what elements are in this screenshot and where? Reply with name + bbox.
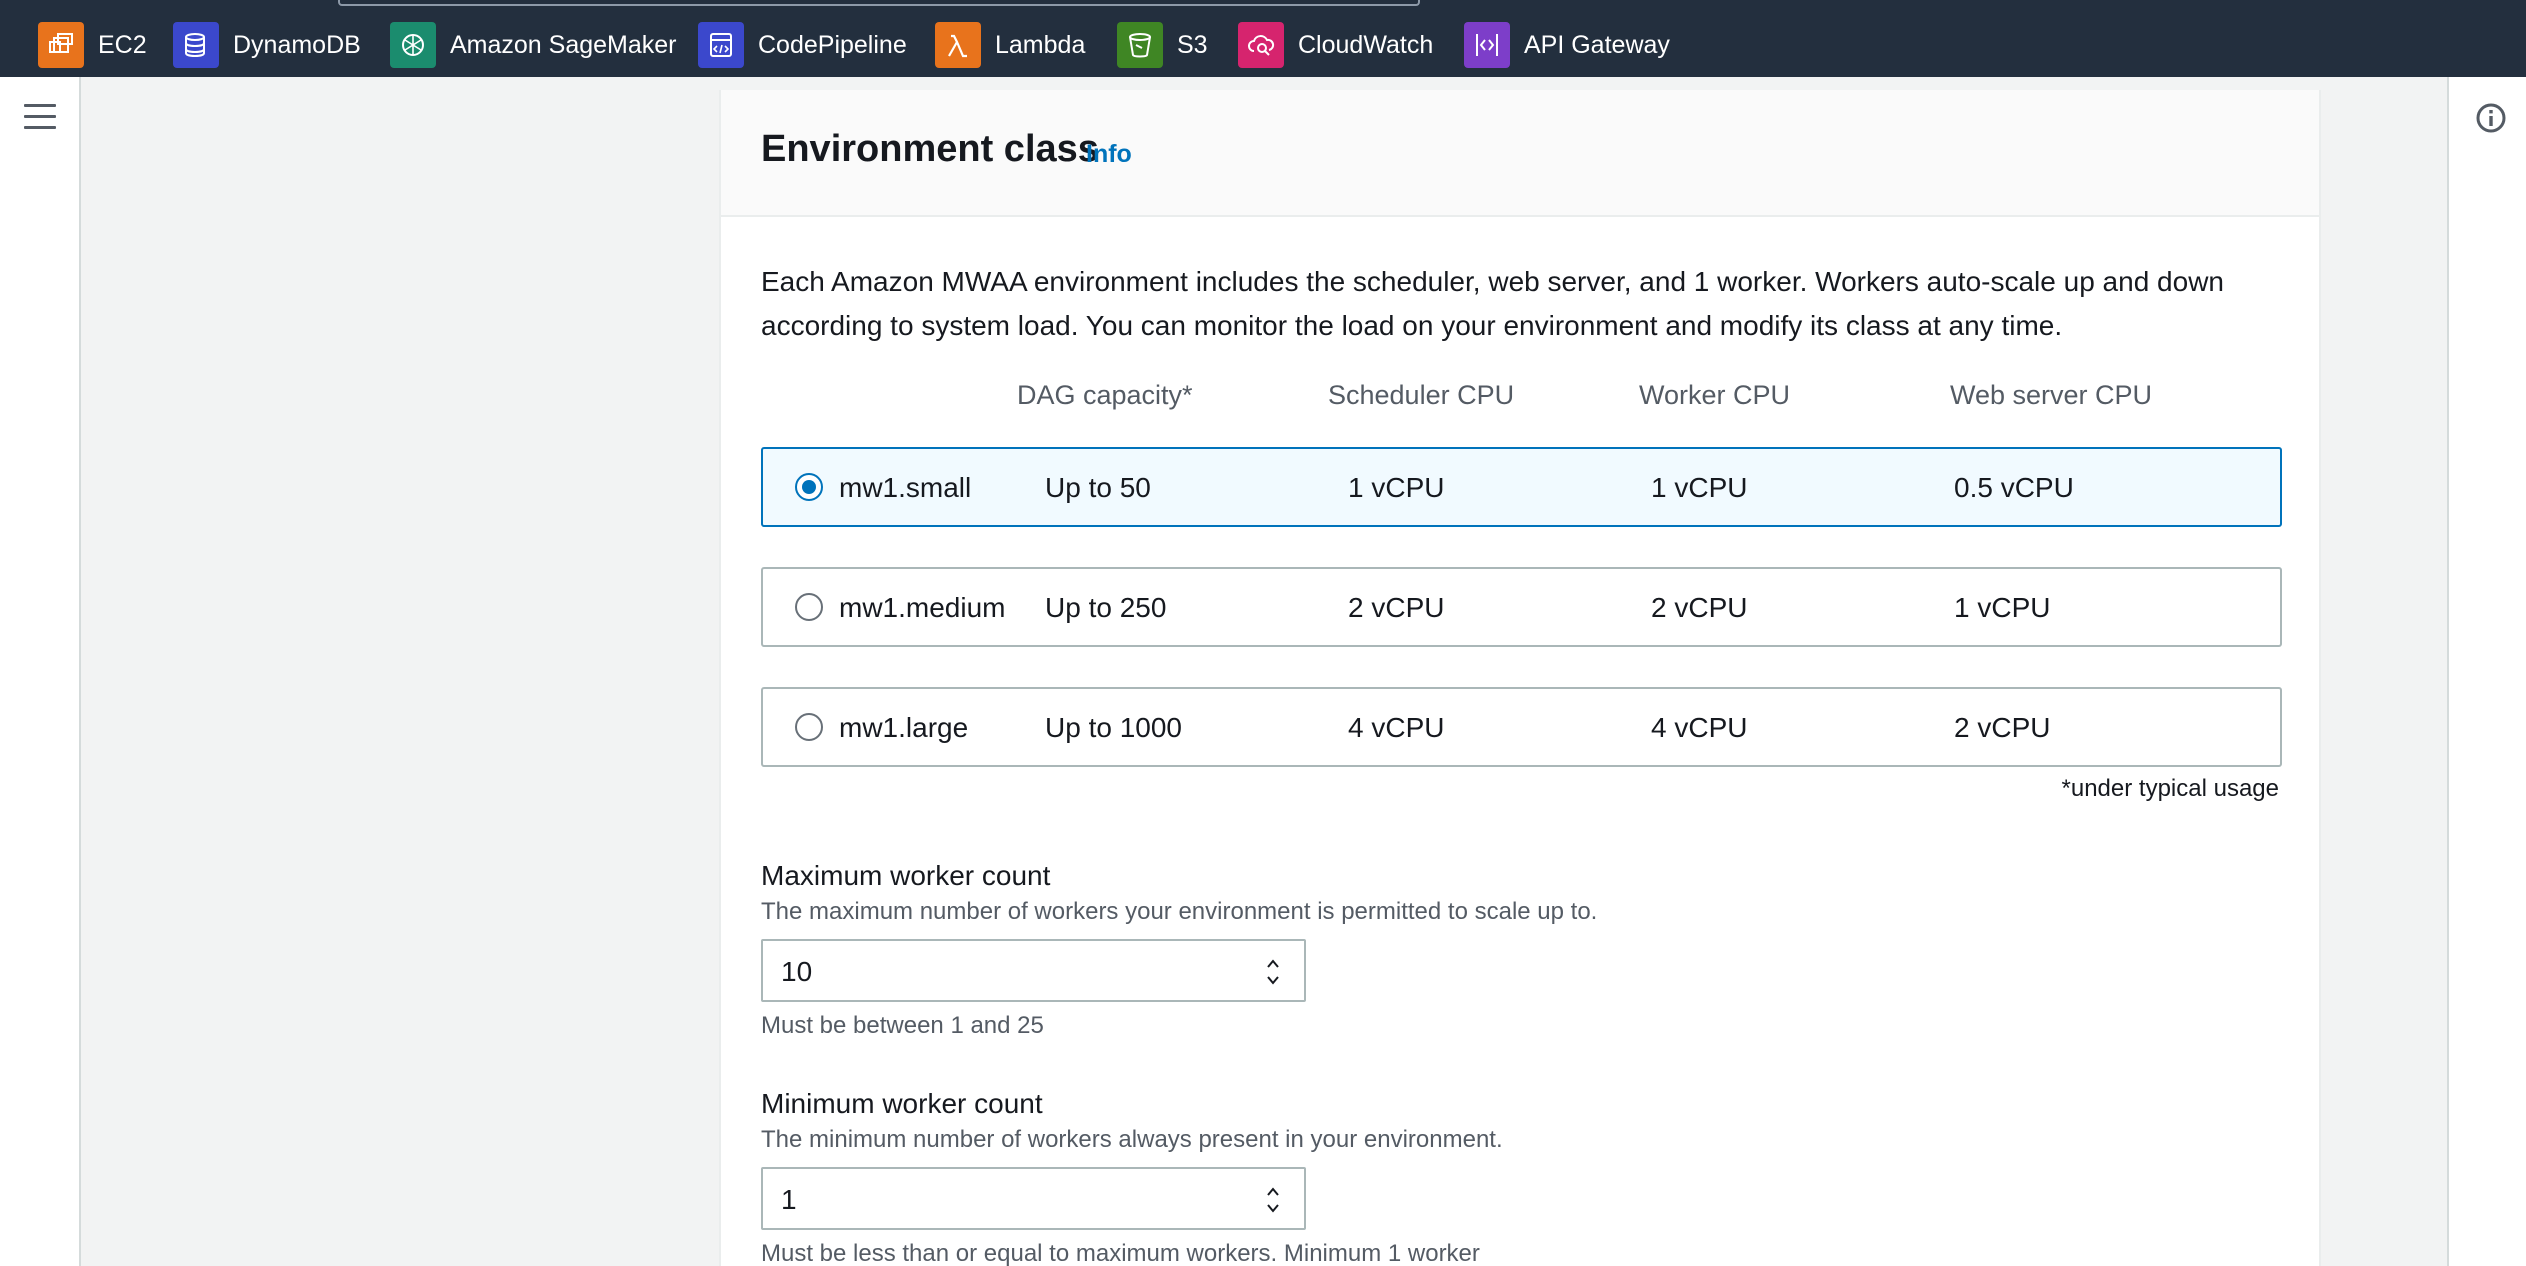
worker-cpu: 1 vCPU bbox=[1651, 472, 1748, 503]
min-worker-count-label: Minimum worker count bbox=[761, 1088, 1043, 1119]
favorite-codepipeline[interactable]: CodePipeline bbox=[698, 21, 907, 69]
sagemaker-icon bbox=[390, 22, 436, 68]
cloudwatch-icon bbox=[1238, 22, 1284, 68]
favorite-label: CodePipeline bbox=[758, 30, 907, 59]
max-worker-count-hint: Must be between 1 and 25 bbox=[761, 1012, 1044, 1039]
scheduler-cpu: 2 vCPU bbox=[1348, 592, 1445, 623]
worker-cpu: 2 vCPU bbox=[1651, 592, 1748, 623]
min-worker-count-description: The minimum number of workers always pre… bbox=[761, 1126, 1503, 1153]
scheduler-cpu: 1 vCPU bbox=[1348, 472, 1445, 503]
favorites-bar: EC2 DynamoDB Amazon SageMaker CodePipeli… bbox=[0, 0, 2526, 77]
favorite-label: S3 bbox=[1177, 30, 1208, 59]
column-header-web-server-cpu: Web server CPU bbox=[1950, 380, 2153, 410]
favorite-label: Lambda bbox=[995, 30, 1086, 59]
search-box-edge[interactable] bbox=[338, 0, 1420, 6]
web-server-cpu: 2 vCPU bbox=[1954, 712, 2051, 743]
dag-capacity: Up to 50 bbox=[1045, 472, 1151, 503]
favorite-lambda[interactable]: Lambda bbox=[935, 21, 1085, 69]
dag-capacity: Up to 250 bbox=[1045, 592, 1167, 623]
lambda-icon bbox=[935, 22, 981, 68]
scheduler-cpu: 4 vCPU bbox=[1348, 712, 1445, 743]
favorite-s3[interactable]: S3 bbox=[1117, 21, 1208, 69]
favorite-dynamodb[interactable]: DynamoDB bbox=[173, 21, 361, 69]
ec2-icon bbox=[38, 22, 84, 68]
section-title: Environment class bbox=[761, 128, 1099, 170]
codepipeline-icon bbox=[698, 22, 744, 68]
radio-button[interactable] bbox=[795, 473, 823, 501]
usage-footnote: *under typical usage bbox=[2061, 775, 2279, 802]
side-navigation bbox=[0, 77, 81, 1266]
class-name: mw1.large bbox=[839, 712, 969, 743]
class-name: mw1.medium bbox=[839, 592, 1006, 623]
environment-class-container: Environment class Info Each Amazon MWAA … bbox=[719, 90, 2321, 1266]
class-option-mw1-medium[interactable]: mw1.medium Up to 250 2 vCPU 2 vCPU 1 vCP… bbox=[761, 567, 2282, 647]
s3-icon bbox=[1117, 22, 1163, 68]
section-description: Each Amazon MWAA environment includes th… bbox=[761, 266, 2224, 341]
dynamodb-icon bbox=[173, 22, 219, 68]
radio-button[interactable] bbox=[795, 713, 823, 741]
min-worker-count-value: 1 bbox=[781, 1184, 797, 1215]
class-option-mw1-large[interactable]: mw1.large Up to 1000 4 vCPU 4 vCPU 2 vCP… bbox=[761, 687, 2282, 767]
web-server-cpu: 0.5 vCPU bbox=[1954, 472, 2074, 503]
tools-panel bbox=[2447, 77, 2526, 1266]
column-header-dag-capacity: DAG capacity* bbox=[1017, 380, 1193, 410]
web-server-cpu: 1 vCPU bbox=[1954, 592, 2051, 623]
favorite-api-gateway[interactable]: API Gateway bbox=[1464, 21, 1670, 69]
favorite-ec2[interactable]: EC2 bbox=[38, 21, 147, 69]
radio-button[interactable] bbox=[795, 593, 823, 621]
stepper-icon[interactable] bbox=[1264, 1183, 1282, 1217]
column-header-scheduler-cpu: Scheduler CPU bbox=[1328, 380, 1515, 410]
favorite-label: EC2 bbox=[98, 30, 147, 59]
max-worker-count-input[interactable]: 10 bbox=[761, 939, 1306, 1002]
info-icon[interactable] bbox=[2475, 102, 2507, 134]
info-link[interactable]: Info bbox=[1086, 140, 1132, 169]
stepper-icon[interactable] bbox=[1264, 955, 1282, 989]
worker-cpu: 4 vCPU bbox=[1651, 712, 1748, 743]
column-header-worker-cpu: Worker CPU bbox=[1639, 380, 1791, 410]
max-worker-count-description: The maximum number of workers your envir… bbox=[761, 898, 1598, 925]
container-header: Environment class Info bbox=[721, 90, 2319, 217]
favorite-label: Amazon SageMaker bbox=[450, 30, 677, 59]
dag-capacity: Up to 1000 bbox=[1045, 712, 1182, 743]
min-worker-count-hint: Must be less than or equal to maximum wo… bbox=[761, 1240, 1480, 1266]
class-option-mw1-small[interactable]: mw1.small Up to 50 1 vCPU 1 vCPU 0.5 vCP… bbox=[761, 447, 2282, 527]
favorite-sagemaker[interactable]: Amazon SageMaker bbox=[390, 21, 677, 69]
max-worker-count-value: 10 bbox=[781, 956, 813, 987]
class-name: mw1.small bbox=[839, 472, 972, 503]
favorite-label: DynamoDB bbox=[233, 30, 361, 59]
menu-icon[interactable] bbox=[24, 104, 56, 132]
favorite-cloudwatch[interactable]: CloudWatch bbox=[1238, 21, 1433, 69]
max-worker-count-label: Maximum worker count bbox=[761, 860, 1051, 891]
min-worker-count-input[interactable]: 1 bbox=[761, 1167, 1306, 1230]
favorite-label: CloudWatch bbox=[1298, 30, 1434, 59]
api-gateway-icon bbox=[1464, 22, 1510, 68]
favorite-label: API Gateway bbox=[1524, 30, 1670, 59]
